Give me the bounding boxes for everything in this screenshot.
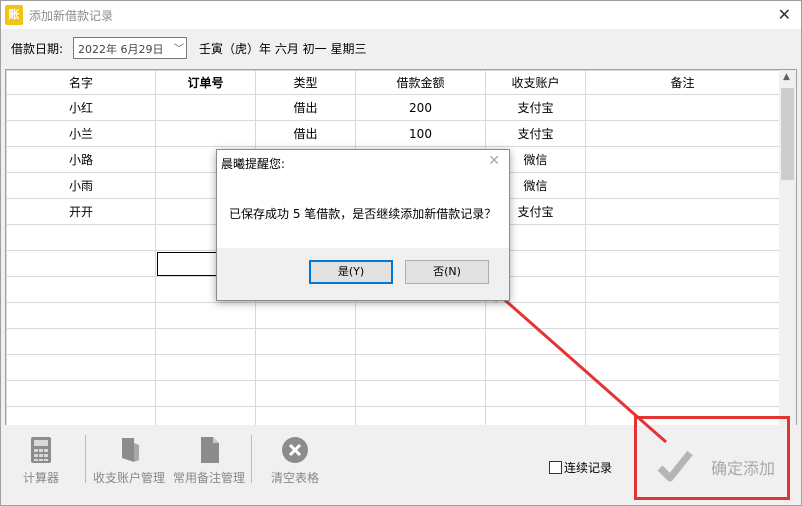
confirm-dialog: 晨曦提醒您: ✕ 已保存成功 5 笔借款，是否继续添加新借款记录？ 是(Y) 否…	[216, 149, 510, 301]
dialog-footer: 是(Y) 否(N)	[217, 248, 509, 300]
no-button[interactable]: 否(N)	[405, 260, 489, 284]
dialog-close-icon[interactable]: ✕	[488, 153, 500, 169]
yes-button[interactable]: 是(Y)	[309, 260, 393, 284]
dialog-message: 已保存成功 5 笔借款，是否继续添加新借款记录？	[229, 207, 497, 221]
dialog-title: 晨曦提醒您:	[221, 157, 286, 171]
